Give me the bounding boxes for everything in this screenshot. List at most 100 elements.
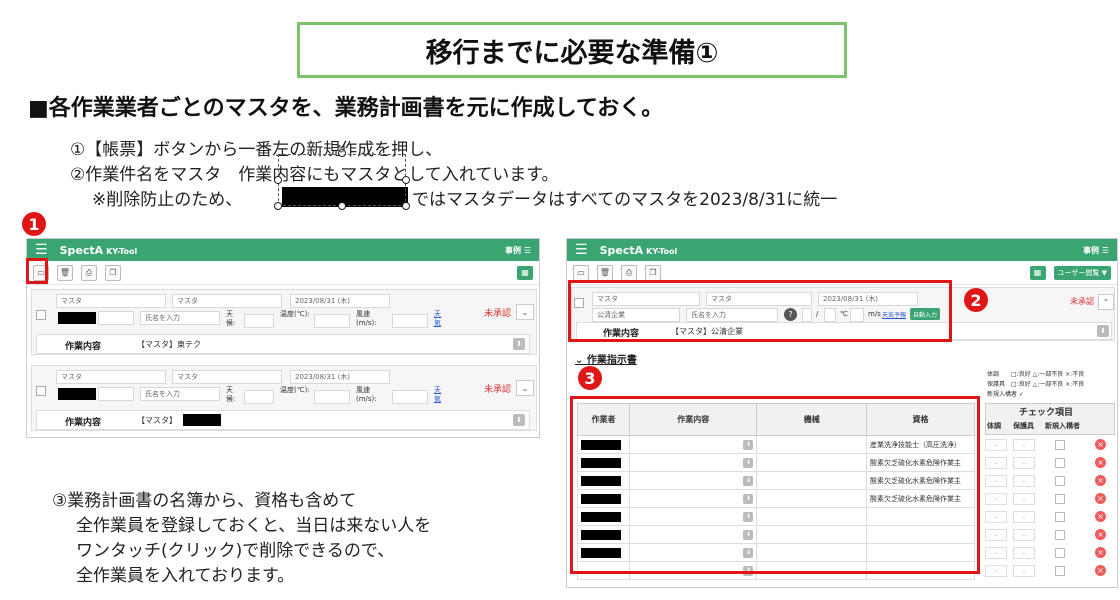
date-field[interactable]: 2023/08/31 (木)	[290, 370, 390, 384]
menu-icon[interactable]: ☰	[35, 242, 48, 258]
delete-icon[interactable]: ×	[1095, 493, 1106, 504]
delete-icon[interactable]: ×	[1095, 475, 1106, 486]
temp-input[interactable]	[314, 390, 350, 404]
work-content-value[interactable]: 【マスタ】	[137, 415, 177, 426]
delete-icon[interactable]: ×	[1095, 457, 1106, 468]
condition-select[interactable]: -	[985, 439, 1007, 451]
equipment-select[interactable]: -	[1013, 547, 1035, 559]
equipment-select[interactable]: -	[1013, 565, 1035, 577]
rotate-icon[interactable]: ↻	[336, 142, 346, 156]
calendar-icon[interactable]: ▦	[1029, 265, 1046, 280]
temp-input[interactable]	[314, 314, 350, 328]
delete-icon[interactable]: ×	[1095, 547, 1106, 558]
delete-icon[interactable]: ×	[1095, 565, 1106, 576]
equipment-select[interactable]: -	[1013, 457, 1035, 469]
newcomer-checkbox[interactable]	[1055, 512, 1065, 522]
newcomer-checkbox[interactable]	[1055, 476, 1065, 486]
copy-icon[interactable]: ❐	[105, 264, 121, 281]
chevron-down-icon: ⌄	[575, 355, 587, 366]
equipment-select[interactable]: -	[1013, 475, 1035, 487]
delete-icon[interactable]: ×	[1095, 529, 1106, 540]
title-field-1[interactable]: マスタ	[56, 370, 166, 384]
title-field-1[interactable]: マスタ	[56, 294, 166, 308]
chevron-up-icon[interactable]: ⌃	[1098, 294, 1114, 310]
user-view-button[interactable]: ユーザー閲覧 ▼	[1053, 265, 1111, 280]
temp-label: 温度(℃):	[280, 386, 310, 394]
copy-icon[interactable]: ❐	[645, 264, 661, 281]
company-field[interactable]	[98, 387, 134, 401]
newcomer-checkbox[interactable]	[1055, 458, 1065, 468]
header-right[interactable]: 事例 ☰	[505, 245, 531, 256]
card-checkbox[interactable]	[36, 386, 46, 396]
condition-select[interactable]: -	[985, 547, 1007, 559]
legend-newcomer: 新規入構者 ✓	[987, 391, 1024, 398]
selection-box[interactable]	[278, 154, 406, 206]
weather-link[interactable]: 天気	[434, 386, 442, 404]
col-condition: 体調	[987, 422, 1001, 430]
app-header: ☰ SpectA KY-Tool 事例 ☰	[567, 239, 1117, 261]
weather-select[interactable]	[244, 314, 274, 328]
weather-label: 天候:	[226, 310, 236, 327]
equipment-select[interactable]: -	[1013, 439, 1035, 451]
step-badge-3: 3	[578, 366, 602, 390]
app-panel-left: ☰ SpectA KY-Tool 事例 ☰ ▭ 🗑 ⎙ ❐ ▦ マスタ マスタ 2…	[26, 238, 540, 438]
title-field-2[interactable]: マスタ	[172, 370, 282, 384]
condition-select[interactable]: -	[985, 493, 1007, 505]
newcomer-checkbox[interactable]	[1055, 494, 1065, 504]
print-icon[interactable]: ⎙	[621, 264, 637, 281]
wind-input[interactable]	[392, 314, 428, 328]
weather-select[interactable]	[244, 390, 274, 404]
equipment-select[interactable]: -	[1013, 529, 1035, 541]
app-header: ☰ SpectA KY-Tool 事例 ☰	[27, 239, 539, 261]
date-field[interactable]: 2023/08/31 (木)	[290, 294, 390, 308]
weather-link[interactable]: 天気	[434, 310, 442, 328]
condition-select[interactable]: -	[985, 475, 1007, 487]
condition-select[interactable]: -	[985, 565, 1007, 577]
name-input[interactable]: 氏名を入力	[140, 387, 220, 401]
selection-handle[interactable]	[338, 202, 346, 210]
equipment-select[interactable]: -	[1013, 511, 1035, 523]
legend-condition: 体調 □:良好 △:一部不良 ×:不良	[987, 371, 1085, 378]
chevron-down-icon[interactable]: ⌄	[516, 380, 534, 396]
highlight-box-1	[26, 258, 48, 284]
name-input[interactable]: 氏名を入力	[140, 311, 220, 325]
status-badge: 未承認	[1070, 297, 1094, 306]
work-content-value[interactable]: 【マスタ】東テク	[137, 339, 201, 350]
mic-icon[interactable]: ⬇	[1097, 325, 1109, 337]
calendar-icon[interactable]: ▦	[517, 265, 533, 280]
trash-icon[interactable]: 🗑	[597, 264, 613, 281]
wind-input[interactable]	[392, 390, 428, 404]
condition-select[interactable]: -	[985, 511, 1007, 523]
title-field-2[interactable]: マスタ	[172, 294, 282, 308]
status-badge: 未承認	[484, 309, 512, 319]
selection-handle[interactable]	[274, 176, 282, 184]
header-right[interactable]: 事例 ☰	[1083, 245, 1109, 256]
print-icon[interactable]: ⎙	[81, 264, 97, 281]
newcomer-checkbox[interactable]	[1055, 566, 1065, 576]
col-newcomer: 新規入構者	[1045, 422, 1080, 430]
menu-icon[interactable]: ☰	[575, 242, 588, 258]
condition-select[interactable]: -	[985, 529, 1007, 541]
equipment-select[interactable]: -	[1013, 493, 1035, 505]
mic-icon[interactable]: ⬇	[513, 414, 525, 426]
newcomer-checkbox[interactable]	[1055, 548, 1065, 558]
temp-label: 温度(℃):	[280, 310, 310, 318]
trash-icon[interactable]: 🗑	[57, 264, 73, 281]
new-document-icon[interactable]: ▭	[573, 264, 589, 281]
selection-handle[interactable]	[402, 202, 410, 210]
selection-handle[interactable]	[274, 202, 282, 210]
card-checkbox[interactable]	[36, 310, 46, 320]
newcomer-checkbox[interactable]	[1055, 440, 1065, 450]
delete-icon[interactable]: ×	[1095, 511, 1106, 522]
status-badge: 未承認	[484, 385, 512, 395]
section-work-instructions[interactable]: ⌄ 作業指示書	[575, 351, 637, 366]
newcomer-checkbox[interactable]	[1055, 530, 1065, 540]
company-field[interactable]	[98, 311, 134, 325]
condition-select[interactable]: -	[985, 457, 1007, 469]
mic-icon[interactable]: ⬇	[513, 338, 525, 350]
chevron-down-icon[interactable]: ⌄	[516, 304, 534, 320]
slide-heading: ■各作業業者ごとのマスタを、業務計画書を元に作成しておく。	[28, 96, 664, 121]
delete-icon[interactable]: ×	[1095, 439, 1106, 450]
work-content-row: 作業内容 【マスタ】 ⬇	[36, 410, 530, 430]
selection-handle[interactable]	[402, 176, 410, 184]
